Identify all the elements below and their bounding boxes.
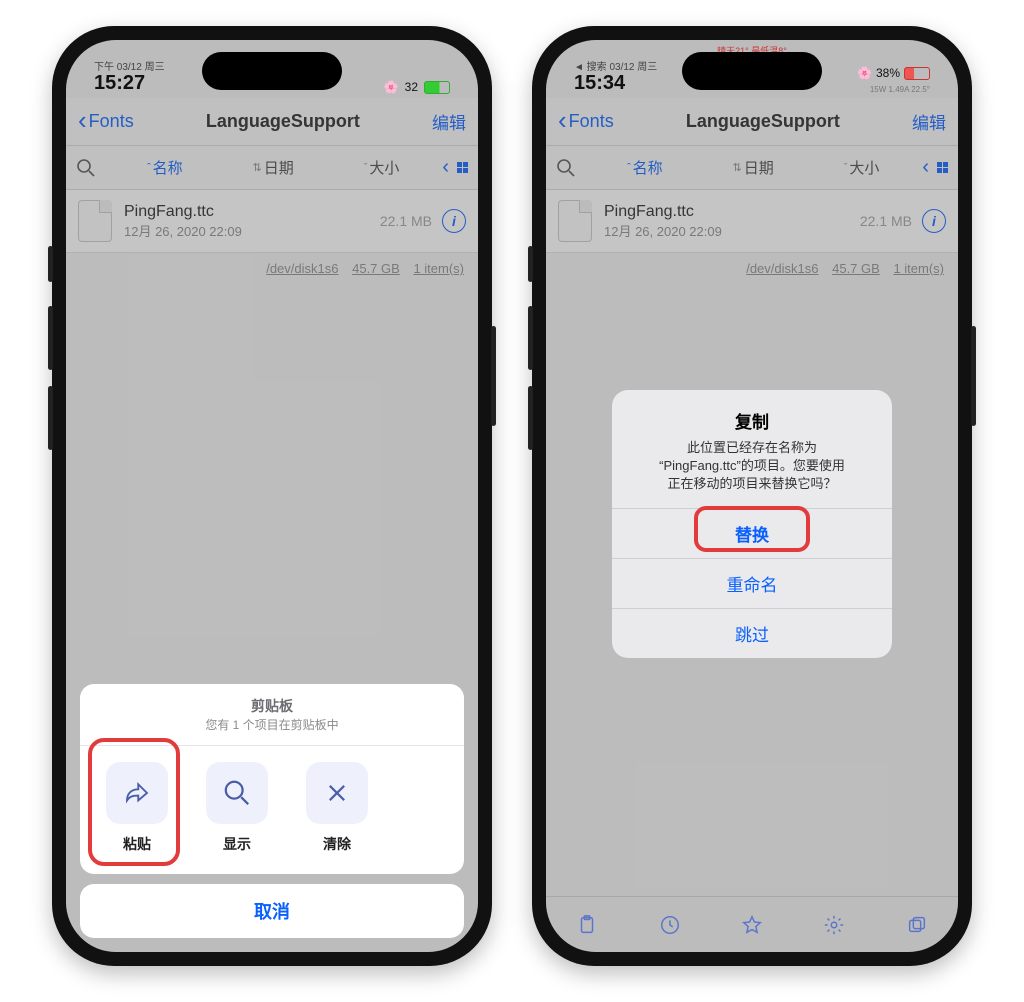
star-icon[interactable] [741, 914, 763, 936]
battery-icon [424, 81, 450, 94]
clear-action[interactable]: 清除 [298, 762, 376, 854]
dynamic-island [682, 52, 822, 90]
magnify-icon [206, 762, 268, 824]
status-charge-info: 15W 1.49A 22.5° [870, 86, 930, 94]
battery-icon [904, 67, 930, 80]
show-label: 显示 [223, 834, 251, 854]
sheet-subtitle: 您有 1 个项目在剪贴板中 [88, 716, 456, 733]
dynamic-island [202, 52, 342, 90]
alert-message: 此位置已经存在名称为 “PingFang.ttc”的项目。您要使用 正在移动的项… [628, 439, 876, 494]
share-arrow-icon [106, 762, 168, 824]
alert-rename-button[interactable]: 重命名 [612, 558, 892, 608]
phone-left: 下午 03/12 周三 15:27 🌸 32 ‹ Fonts LanguageS… [52, 26, 492, 966]
status-widget-icon: 🌸 [384, 80, 399, 94]
paste-action[interactable]: 粘贴 [98, 762, 176, 854]
alert-replace-button[interactable]: 替换 [612, 508, 892, 558]
action-sheet: 剪贴板 您有 1 个项目在剪贴板中 粘贴 [80, 684, 464, 938]
battery-percent: 38% [876, 67, 900, 80]
alert-skip-button[interactable]: 跳过 [612, 608, 892, 658]
status-widget-icon: 🌸 [857, 67, 872, 80]
alert-title: 复制 [628, 408, 876, 433]
gear-icon[interactable] [823, 914, 845, 936]
phone-right: 晴天21° 最低温8° ◄ 搜索 03/12 周三 15:34 🌸 38% 15… [532, 26, 972, 966]
show-action[interactable]: 显示 [198, 762, 276, 854]
alert-dialog: 复制 此位置已经存在名称为 “PingFang.ttc”的项目。您要使用 正在移… [612, 390, 892, 658]
clear-label: 清除 [323, 834, 351, 854]
windows-icon[interactable] [906, 914, 928, 936]
status-time: 15:27 [94, 73, 165, 94]
x-icon [306, 762, 368, 824]
bottom-toolbar [546, 896, 958, 952]
status-time: 15:34 [574, 73, 657, 94]
clock-icon[interactable] [659, 914, 681, 936]
cancel-button[interactable]: 取消 [80, 884, 464, 938]
battery-percent: 32 [405, 80, 418, 94]
paste-label: 粘贴 [123, 834, 151, 854]
sheet-title: 剪贴板 [88, 696, 456, 716]
clipboard-icon[interactable] [576, 914, 598, 936]
